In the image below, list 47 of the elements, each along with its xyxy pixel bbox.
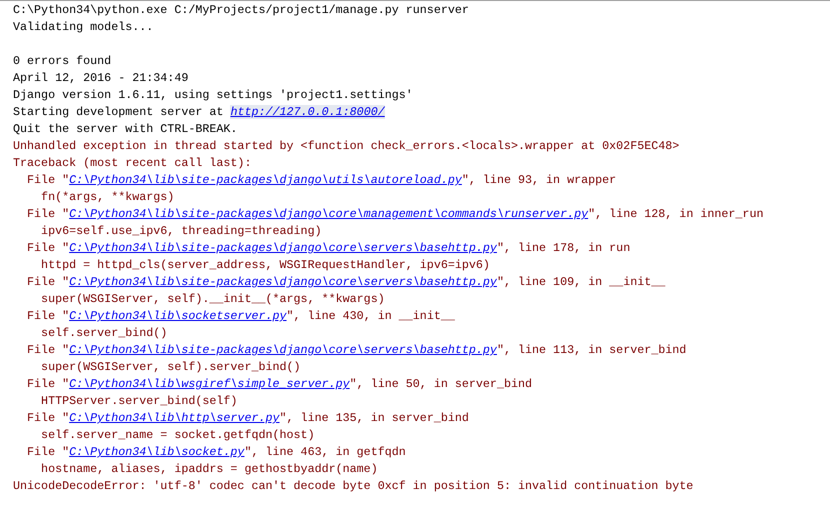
console-text: HTTPServer.server_bind(self) <box>40 394 238 408</box>
console-text: File " <box>26 173 70 187</box>
console-text: 0 errors found <box>13 54 112 68</box>
file-link[interactable]: C:\Python34\lib\socket.py <box>69 445 244 459</box>
console-text: ", line 93, in wrapper <box>462 173 616 187</box>
console-text: Unhandled exception in thread started by <function check_errors.<locals>.wrapper at 0x02F5EC48> <box>13 139 680 153</box>
file-link[interactable]: C:\Python34\lib\site-packages\django\utils\autoreload.py <box>69 173 462 187</box>
file-link[interactable]: C:\Python34\lib\site-packages\django\core\management\commands\runserver.py <box>69 207 588 221</box>
console-text: ", line 135, in server_bind <box>280 411 469 425</box>
console-text: Traceback (most recent call last): <box>13 156 252 170</box>
console-text: ", line 113, in server_bind <box>496 343 686 357</box>
file-link[interactable]: C:\Python34\lib\site-packages\django\core\servers\basehttp.py <box>69 241 497 255</box>
file-link[interactable]: C:\Python34\lib\socketserver.py <box>69 309 287 323</box>
console-text: Starting development server at <box>13 105 224 119</box>
console-text: httpd = httpd_cls(server_address, WSGIRequestHandler, ipv6=ipv6) <box>40 258 490 272</box>
file-link[interactable]: C:\Python34\lib\site-packages\django\core\servers\basehttp.py <box>69 275 497 289</box>
console-text: ", line 50, in server_bind <box>350 377 532 391</box>
file-link[interactable]: C:\Python34\lib\wsgiref\simple_server.py <box>69 377 350 391</box>
console-text: self.server_bind() <box>40 326 168 340</box>
console-text: Validating models... <box>13 20 154 34</box>
console-text: ", line 128, in inner_run <box>588 207 764 221</box>
console-text: Django version 1.6.11, using settings 'project1.settings' <box>13 88 413 102</box>
console-text: File " <box>26 445 70 459</box>
console-text: hostname, aliases, ipaddrs = gethostbyaddr(name) <box>40 462 378 476</box>
console-text: ipv6=self.use_ipv6, threading=threading) <box>40 224 322 238</box>
console-text: File " <box>26 377 70 391</box>
console-text: super(WSGIServer, self).server_bind() <box>40 360 301 374</box>
console-text: ", line 178, in run <box>496 241 630 255</box>
console-text: super(WSGIServer, self).__init__(*args, **kwargs) <box>40 292 385 306</box>
console-text: File " <box>26 207 70 221</box>
file-link[interactable]: C:\Python34\lib\http\server.py <box>69 411 280 425</box>
console-text: ", line 430, in __init__ <box>286 309 455 323</box>
console-text: File " <box>26 275 70 289</box>
console-text: self.server_name = socket.getfqdn(host) <box>40 428 315 442</box>
console-text: File " <box>26 309 70 323</box>
file-link[interactable]: http://127.0.0.1:8000/ <box>230 105 385 119</box>
console-text: ", line 463, in getfqdn <box>244 445 406 459</box>
console-text: UnicodeDecodeError: 'utf-8' codec can't decode byte 0xcf in position 5: invalid continuation byte <box>13 479 694 493</box>
console-text: File " <box>26 343 70 357</box>
console-text: April 12, 2016 - 21:34:49 <box>13 71 188 85</box>
console-text: C:\Python34\python.exe C:/MyProjects/project1/manage.py runserver <box>13 3 469 17</box>
console-text: fn(*args, **kwargs) <box>40 190 174 204</box>
console-text: ", line 109, in __init__ <box>496 275 666 289</box>
console-text: Quit the server with CTRL-BREAK. <box>13 122 238 136</box>
console-text: File " <box>26 411 70 425</box>
console-text: File " <box>26 241 70 255</box>
file-link[interactable]: C:\Python34\lib\site-packages\django\core\servers\basehttp.py <box>69 343 497 357</box>
